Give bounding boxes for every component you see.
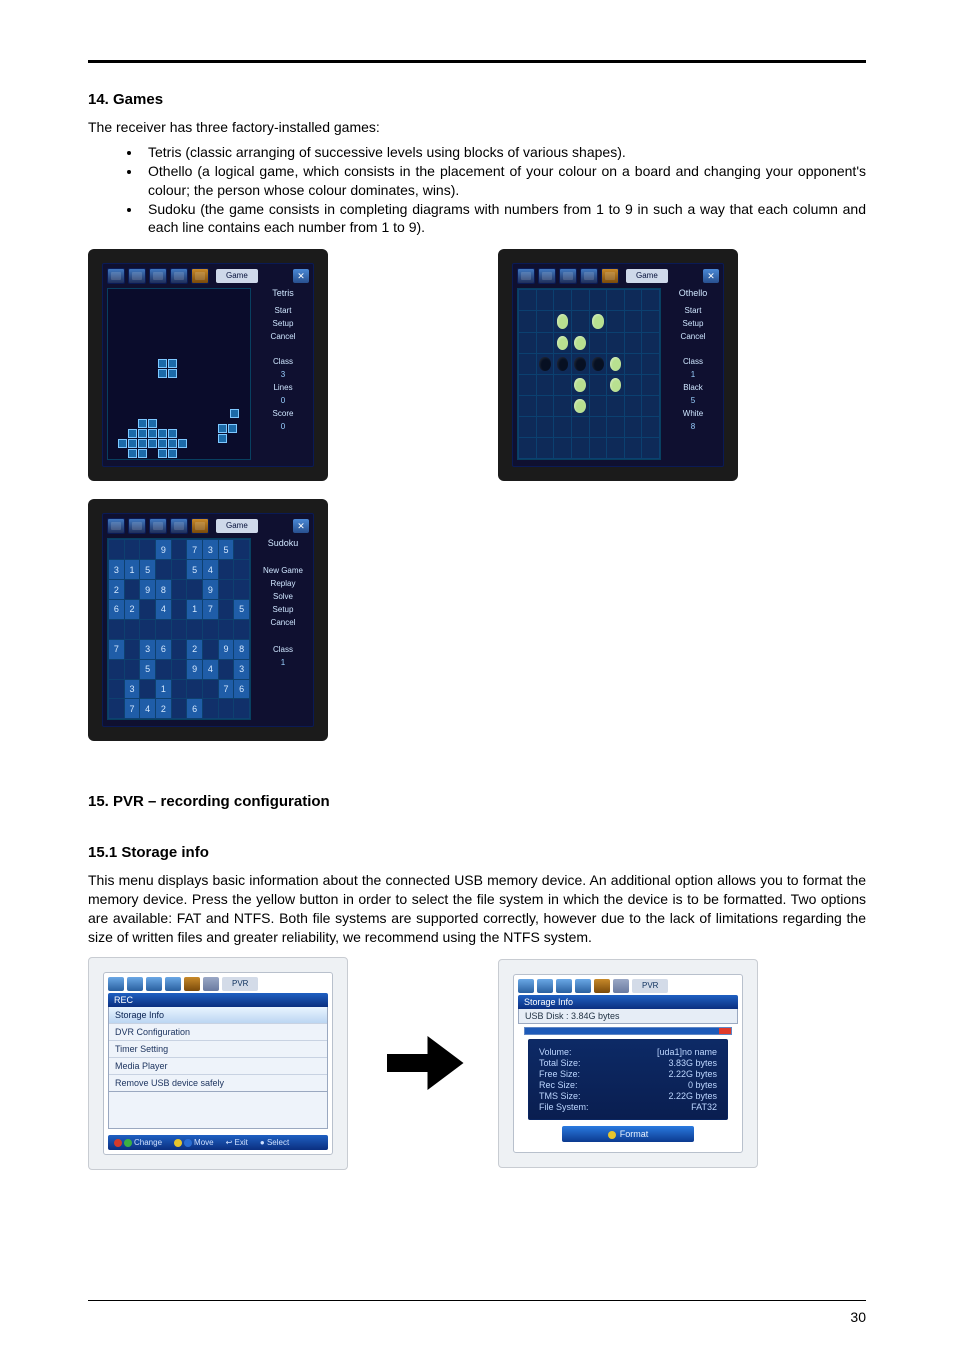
topbar-icon bbox=[203, 977, 219, 991]
othello-sidebar: Othello Start Setup Cancel Class 1 Black… bbox=[667, 288, 719, 460]
window-title: PVR bbox=[222, 977, 258, 991]
bottom-rule bbox=[88, 1300, 866, 1301]
topbar-icon bbox=[127, 977, 143, 991]
topbar-icon bbox=[559, 268, 577, 284]
topbar-icon bbox=[146, 977, 162, 991]
sudoku-playfield: 9735315542989624175736298594331767426 bbox=[107, 538, 251, 720]
tetris-sidebar: Tetris Start Setup Cancel Class 3 Lines … bbox=[257, 288, 309, 460]
tetris-playfield bbox=[107, 288, 251, 460]
storage-row: Volume:[uda1]no name bbox=[539, 1047, 717, 1057]
storage-row: Total Size:3.83G bytes bbox=[539, 1058, 717, 1068]
storage-header: Storage Info bbox=[518, 995, 738, 1009]
pvr-menu-item[interactable]: DVR Configuration bbox=[109, 1024, 327, 1041]
topbar-icon bbox=[518, 979, 534, 993]
topbar-icon bbox=[184, 977, 200, 991]
sudoku-screenshot: Game ✕ 973531554298962417573629859433176… bbox=[88, 499, 328, 741]
heading-games: 14. Games bbox=[88, 91, 866, 108]
pvr-footer: Change Move ↩ Exit ● Select bbox=[108, 1135, 328, 1150]
topbar-icon bbox=[575, 979, 591, 993]
topbar-icon bbox=[537, 979, 553, 993]
close-icon[interactable]: ✕ bbox=[293, 519, 309, 533]
arrow-right-icon bbox=[378, 1018, 468, 1108]
pvr-menu-item[interactable]: Timer Setting bbox=[109, 1041, 327, 1058]
close-icon[interactable]: ✕ bbox=[703, 269, 719, 283]
tetris-screenshot: Game ✕ Tetris Start Setup Cancel Class bbox=[88, 249, 328, 481]
topbar-icon bbox=[128, 268, 146, 284]
topbar-icon bbox=[580, 268, 598, 284]
pvr-menu-list: Storage InfoDVR ConfigurationTimer Setti… bbox=[108, 1007, 328, 1092]
storage-values: Volume:[uda1]no nameTotal Size:3.83G byt… bbox=[528, 1039, 728, 1120]
games-list: Tetris (classic arranging of successive … bbox=[88, 143, 866, 237]
topbar-icon bbox=[538, 268, 556, 284]
heading-pvr: 15. PVR – recording configuration bbox=[88, 793, 866, 810]
topbar-icon bbox=[128, 518, 146, 534]
heading-storage-info: 15.1 Storage info bbox=[88, 844, 866, 861]
pvr-menu-item[interactable]: Remove USB device safely bbox=[109, 1075, 327, 1091]
format-button[interactable]: Format bbox=[562, 1126, 694, 1142]
topbar-icon bbox=[149, 518, 167, 534]
topbar-icon bbox=[594, 979, 610, 993]
topbar-icon bbox=[107, 518, 125, 534]
topbar-icon bbox=[556, 979, 572, 993]
yellow-dot-icon bbox=[608, 1131, 616, 1139]
storage-info-para: This menu displays basic information abo… bbox=[88, 871, 866, 947]
storage-row: File System:FAT32 bbox=[539, 1102, 717, 1112]
window-title: PVR bbox=[632, 979, 668, 993]
window-title: Game bbox=[626, 269, 668, 283]
game-screenshots: Game ✕ Tetris Start Setup Cancel Class bbox=[88, 249, 866, 741]
storage-row: Rec Size:0 bytes bbox=[539, 1080, 717, 1090]
othello-screenshot: Game ✕ Othello Start Setup Cancel Class bbox=[498, 249, 738, 481]
topbar-icon bbox=[517, 268, 535, 284]
topbar-icon bbox=[191, 268, 209, 284]
topbar-icon bbox=[601, 268, 619, 284]
list-item: Othello (a logical game, which consists … bbox=[142, 162, 866, 200]
topbar-icon bbox=[170, 268, 188, 284]
topbar-icon bbox=[149, 268, 167, 284]
page-number: 30 bbox=[850, 1309, 866, 1325]
storage-subheader: USB Disk : 3.84G bytes bbox=[518, 1009, 738, 1024]
top-rule bbox=[88, 60, 866, 63]
pvr-header: REC bbox=[108, 993, 328, 1007]
pvr-menu-item[interactable]: Media Player bbox=[109, 1058, 327, 1075]
topbar-icon bbox=[191, 518, 209, 534]
topbar-icon bbox=[613, 979, 629, 993]
storage-info-screenshot: PVR Storage Info USB Disk : 3.84G bytes … bbox=[498, 959, 758, 1168]
topbar-icon bbox=[107, 268, 125, 284]
topbar-icon bbox=[170, 518, 188, 534]
sudoku-sidebar: Sudoku New Game Replay Solve Setup Cance… bbox=[257, 538, 309, 720]
storage-row: TMS Size:2.22G bytes bbox=[539, 1091, 717, 1101]
topbar-icon bbox=[165, 977, 181, 991]
topbar-icon bbox=[108, 977, 124, 991]
list-item: Sudoku (the game consists in completing … bbox=[142, 200, 866, 238]
page: 14. Games The receiver has three factory… bbox=[0, 0, 954, 1351]
pvr-menu-item[interactable]: Storage Info bbox=[109, 1007, 327, 1024]
pvr-menu-screenshot: PVR REC Storage InfoDVR ConfigurationTim… bbox=[88, 957, 348, 1170]
storage-row: Free Size:2.22G bytes bbox=[539, 1069, 717, 1079]
usage-bar bbox=[524, 1027, 732, 1035]
window-title: Game bbox=[216, 519, 258, 533]
pvr-screenshots: PVR REC Storage InfoDVR ConfigurationTim… bbox=[88, 957, 866, 1170]
list-item: Tetris (classic arranging of successive … bbox=[142, 143, 866, 162]
games-intro: The receiver has three factory-installed… bbox=[88, 118, 866, 137]
close-icon[interactable]: ✕ bbox=[293, 269, 309, 283]
othello-playfield bbox=[517, 288, 661, 460]
window-title: Game bbox=[216, 269, 258, 283]
